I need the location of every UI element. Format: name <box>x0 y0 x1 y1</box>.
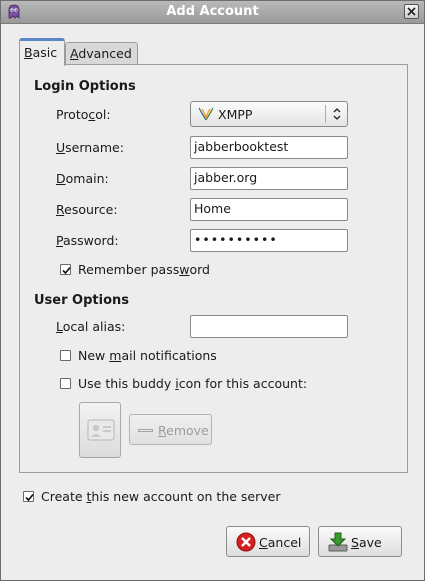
save-label: Save <box>351 535 382 550</box>
cancel-label: Cancel <box>259 535 302 550</box>
username-label: Username: <box>56 140 124 155</box>
domain-field[interactable]: jabber.org <box>190 167 348 190</box>
protocol-dropdown[interactable]: XMPP <box>190 101 348 127</box>
tab-basic-mnemonic: B <box>24 45 33 60</box>
password-field[interactable]: •••••••••• <box>190 229 348 252</box>
create-account-label[interactable]: Create this new account on the server <box>41 489 280 504</box>
buddy-icon-button[interactable] <box>79 402 121 458</box>
checkmark-icon <box>62 266 71 275</box>
buddy-icon-checkbox[interactable] <box>60 378 71 389</box>
updown-arrows-icon <box>333 108 341 120</box>
buddy-icon-label[interactable]: Use this buddy icon for this account: <box>78 376 307 391</box>
add-account-dialog: Add Account Basic Advanced Login Options… <box>0 0 425 581</box>
tab-advanced[interactable]: Advanced <box>65 42 138 65</box>
cancel-button[interactable]: Cancel <box>226 526 310 557</box>
close-icon <box>407 7 416 16</box>
tab-basic[interactable]: Basic <box>19 38 65 66</box>
new-mail-checkbox[interactable] <box>60 350 71 361</box>
new-mail-label[interactable]: New mail notifications <box>78 348 217 363</box>
create-account-checkbox[interactable] <box>23 491 34 502</box>
protocol-value: XMPP <box>218 107 253 122</box>
xmpp-bulb-icon <box>198 107 214 121</box>
resource-field[interactable]: Home <box>190 198 348 221</box>
cancel-icon <box>236 532 256 552</box>
title-bar[interactable]: Add Account <box>1 1 424 24</box>
remove-icon <box>138 429 153 432</box>
save-icon <box>328 532 348 552</box>
tab-basic-label: asic <box>32 45 58 60</box>
resource-label: Resource: <box>56 202 118 217</box>
password-label: Password: <box>56 233 119 248</box>
tab-advanced-label: dvanced <box>78 46 132 61</box>
contact-card-icon <box>87 419 115 441</box>
username-field[interactable]: jabberbooktest <box>190 136 348 159</box>
combo-separator <box>325 105 326 123</box>
checkmark-icon <box>25 493 34 502</box>
protocol-label: Protocol: <box>56 107 111 122</box>
remove-label: Remove <box>158 423 209 438</box>
domain-label: Domain: <box>56 171 109 186</box>
remember-password-label[interactable]: Remember password <box>78 262 210 277</box>
local-alias-field[interactable] <box>190 315 348 338</box>
window-title: Add Account <box>166 4 259 19</box>
login-options-heading: Login Options <box>34 79 136 94</box>
close-button[interactable] <box>404 4 419 19</box>
save-button[interactable]: Save <box>318 526 402 557</box>
remove-button[interactable]: Remove <box>129 414 212 445</box>
remember-password-checkbox[interactable] <box>60 264 71 275</box>
local-alias-label: Local alias: <box>56 319 126 334</box>
user-options-heading: User Options <box>34 293 129 308</box>
